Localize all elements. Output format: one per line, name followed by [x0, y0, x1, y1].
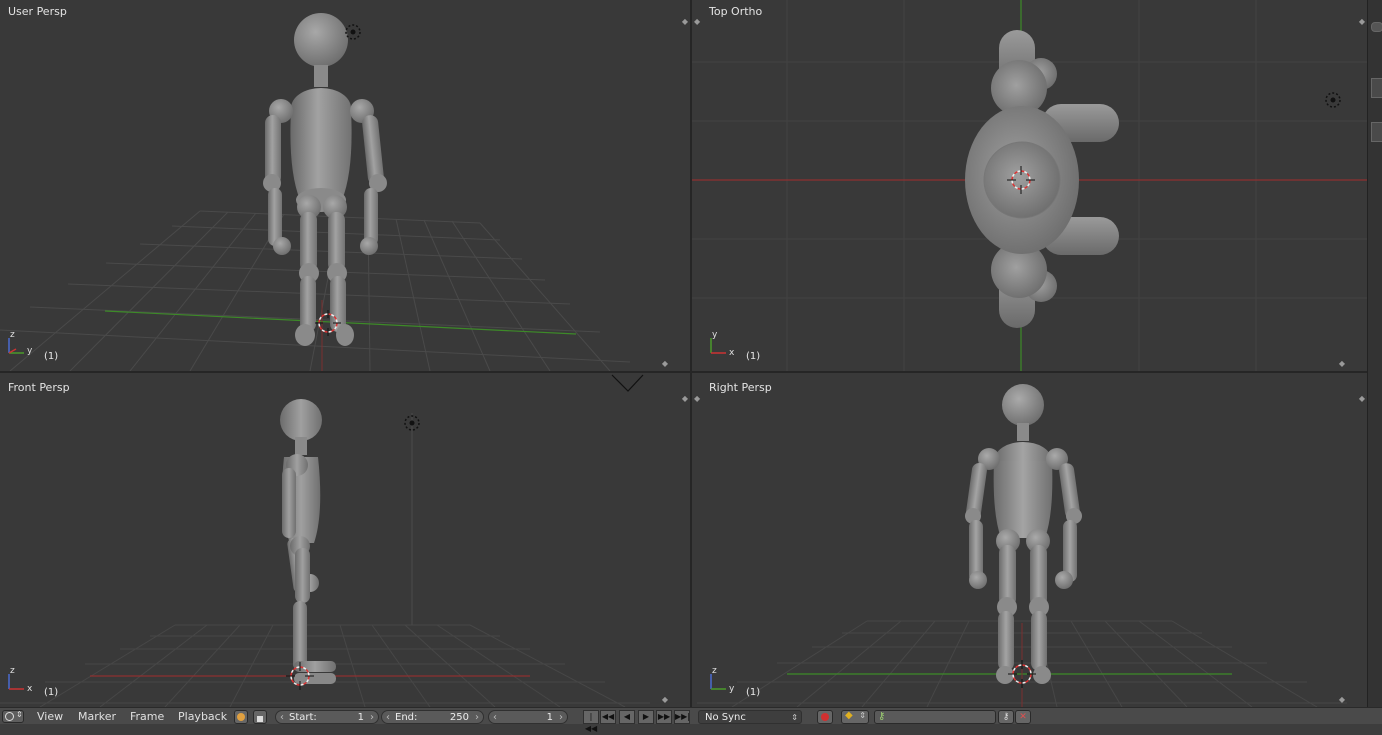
menu-view[interactable]: View — [37, 708, 63, 724]
viewport-label: Top Ortho — [709, 5, 763, 18]
current-frame-field[interactable]: ‹ 1 › — [488, 710, 568, 724]
jump-end-icon[interactable]: ▶▶| — [674, 710, 690, 724]
split-handle-icon[interactable]: ◆ — [662, 695, 668, 704]
camera-icon[interactable] — [611, 374, 644, 392]
axis-y-label: y — [729, 684, 735, 693]
key-icon: ◆ — [845, 710, 853, 721]
end-value: 250 — [449, 712, 469, 723]
axis-y-label: y — [27, 346, 33, 356]
frame-indicator: (1) — [44, 687, 59, 698]
axis-gizmo: z x — [8, 666, 33, 693]
menu-frame[interactable]: Frame — [130, 708, 164, 724]
character-mesh[interactable] — [965, 384, 1082, 684]
end-frame-field[interactable]: ‹ End: 250 › — [381, 710, 484, 724]
character-mesh[interactable] — [280, 399, 336, 684]
area-divider-vertical[interactable] — [690, 0, 692, 707]
end-label: End: — [395, 712, 418, 723]
axis-x-label: x — [27, 684, 33, 693]
insert-keyframe-icon[interactable]: ⚷ — [998, 710, 1014, 724]
frame-indicator: (1) — [746, 351, 761, 362]
chevron-down-icon: ⇕ — [16, 710, 23, 719]
preview-range-icon[interactable] — [234, 710, 248, 724]
keyingset-icon: ⚷ — [878, 711, 886, 722]
split-handle-icon[interactable]: ◆ — [662, 359, 668, 368]
chevron-down-icon: ⇕ — [859, 711, 866, 720]
viewport-user-persp[interactable]: User Persp z y (1) ◆ ◆ — [0, 0, 690, 371]
split-handle-icon[interactable]: ◆ — [1359, 394, 1365, 403]
axis-z-label: z — [712, 666, 717, 676]
current-frame-value: 1 — [546, 712, 553, 723]
start-value: 1 — [357, 712, 364, 723]
editor-type-button[interactable]: ⇕ — [2, 710, 24, 723]
split-handle-icon[interactable]: ◆ — [694, 17, 700, 26]
scene-front-persp — [0, 374, 650, 707]
clock-icon — [5, 712, 14, 721]
viewport-right-persp[interactable]: Right Persp z y (1) ◆ ◆ ◆ — [692, 373, 1367, 707]
axis-y-label: y — [712, 330, 718, 340]
sync-mode-value: No Sync — [705, 712, 746, 723]
panel-tab[interactable] — [1371, 22, 1382, 32]
viewport-label: Right Persp — [709, 381, 772, 394]
split-handle-icon[interactable]: ◆ — [682, 394, 688, 403]
increment-arrow-icon[interactable]: › — [370, 711, 374, 724]
jump-keyframe-back-icon[interactable]: ◀◀ — [600, 710, 616, 724]
chevron-down-icon: ⇕ — [791, 713, 798, 722]
axis-gizmo: y x — [710, 330, 735, 357]
frame-indicator: (1) — [44, 351, 59, 362]
decrement-arrow-icon[interactable]: ‹ — [386, 711, 390, 724]
viewport-label: Front Persp — [8, 381, 70, 394]
menu-playback[interactable]: Playback — [178, 708, 227, 724]
menu-marker[interactable]: Marker — [78, 708, 116, 724]
split-handle-icon[interactable]: ◆ — [682, 17, 688, 26]
character-mesh[interactable] — [965, 30, 1119, 328]
scene-top-ortho — [692, 0, 1367, 371]
panel-tab[interactable] — [1371, 78, 1382, 98]
jump-start-icon[interactable]: |◀◀ — [583, 710, 599, 733]
lock-icon[interactable] — [253, 710, 267, 724]
keying-set-select[interactable]: ◆ ⇕ — [841, 710, 869, 724]
play-icon[interactable]: ▶ — [638, 710, 654, 724]
frame-indicator: (1) — [746, 687, 761, 698]
increment-arrow-icon[interactable]: › — [559, 711, 563, 724]
start-label: Start: — [289, 712, 317, 723]
jump-keyframe-forward-icon[interactable]: ▶▶ — [656, 710, 672, 724]
area-divider-horizontal[interactable] — [0, 371, 1367, 373]
scene-right-persp — [697, 384, 1347, 707]
viewport-label: User Persp — [8, 5, 67, 18]
split-handle-icon[interactable]: ◆ — [1339, 695, 1345, 704]
decrement-arrow-icon[interactable]: ‹ — [280, 711, 284, 724]
delete-keyframe-icon[interactable]: ✕ — [1015, 710, 1031, 724]
blender-window: User Persp z y (1) ◆ ◆ Top Ortho y x (1)… — [0, 0, 1382, 733]
play-reverse-icon[interactable]: ◀ — [619, 710, 635, 724]
axis-z-label: z — [10, 666, 15, 676]
split-handle-icon[interactable]: ◆ — [1359, 17, 1365, 26]
lamp-icon[interactable] — [1325, 92, 1341, 108]
keying-set-field[interactable]: ⚷ — [874, 710, 996, 724]
sync-mode-select[interactable]: No Sync ⇕ — [698, 710, 802, 724]
timeline-header: ⇕ View Marker Frame Playback ‹ Start: 1 … — [0, 707, 1382, 733]
lamp-icon[interactable] — [345, 24, 361, 40]
scene-user-persp — [0, 13, 631, 371]
axis-gizmo: z y — [710, 666, 735, 693]
panel-tab[interactable] — [1371, 122, 1382, 142]
decrement-arrow-icon[interactable]: ‹ — [493, 711, 497, 724]
record-icon[interactable] — [817, 710, 833, 724]
split-handle-icon[interactable]: ◆ — [1339, 359, 1345, 368]
axis-z-label: z — [10, 330, 15, 340]
viewport-front-persp[interactable]: Front Persp z x (1) ◆ ◆ — [0, 373, 690, 707]
axis-gizmo: z y — [8, 330, 33, 356]
increment-arrow-icon[interactable]: › — [475, 711, 479, 724]
split-handle-icon[interactable]: ◆ — [694, 394, 700, 403]
properties-panel-edge[interactable] — [1367, 0, 1382, 707]
axis-x-label: x — [729, 348, 735, 357]
viewport-top-ortho[interactable]: Top Ortho y x (1) ◆ ◆ ◆ — [692, 0, 1367, 371]
start-frame-field[interactable]: ‹ Start: 1 › — [275, 710, 379, 724]
